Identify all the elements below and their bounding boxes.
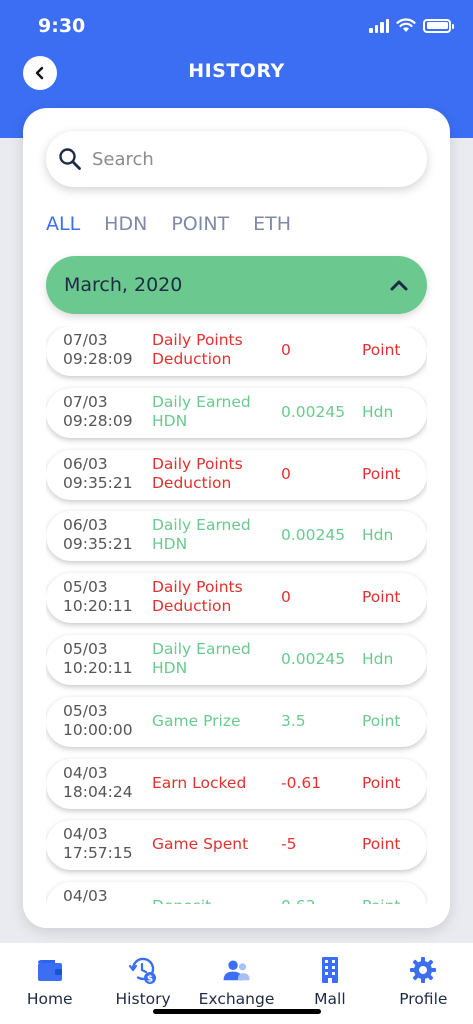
transaction-datetime: 04/03 18:04:24 [63,763,133,801]
transaction-amount: 0 [281,341,291,359]
tab-eth[interactable]: ETH [253,213,291,235]
month-label: March, 2020 [64,274,183,296]
transaction-amount: 0 [281,464,291,483]
transaction-amount: 0.00245 [281,649,346,668]
transaction-unit: Hdn [362,402,394,421]
nav-mall-label: Mall [314,990,346,1008]
tab-point[interactable]: POINT [171,213,229,235]
status-icons [369,18,454,33]
transaction-datetime: 04/03 17:57:15 [63,825,133,863]
svg-text:$: $ [147,975,153,985]
search-input[interactable] [92,148,392,170]
filter-tabs: ALL HDN POINT ETH [46,213,291,235]
transaction-description: Daily Points Deduction [152,578,243,616]
transaction-datetime: 06/03 09:35:21 [63,516,133,554]
building-icon [321,957,338,983]
nav-home[interactable]: Home [3,943,96,1024]
transaction-row[interactable]: 04/03 18:04:24 Earn Locked -0.61 Point [46,758,427,809]
transaction-description: Game Spent [152,835,249,854]
transaction-description: Daily Earned HDN [152,392,251,430]
transaction-unit: Point [362,835,401,854]
transaction-row[interactable]: 07/03 09:28:09 Daily Points Deduction 0 Po… [46,326,427,376]
battery-icon [423,18,454,33]
history-card: ALL HDN POINT ETH March, 2020 07/0309:28… [23,108,450,928]
transaction-unit: Point [362,464,401,483]
month-section-header[interactable]: March, 2020 [46,256,427,314]
gear-icon [410,957,437,983]
transaction-unit: Hdn [362,649,394,668]
transaction-row[interactable]: 04/03 17:57:15 Game Spent -5 Point [46,820,427,871]
nav-history-label: History [115,990,171,1008]
nav-profile[interactable]: Profile [377,943,470,1024]
transaction-row[interactable]: 04/03 Deposit 0.63 Point [46,882,427,906]
nav-profile-label: Profile [399,990,448,1008]
nav-exchange-label: Exchange [198,990,275,1008]
tab-hdn[interactable]: HDN [104,213,147,235]
transaction-amount: 3.5 [281,711,306,730]
card-bottom-edge [23,904,450,928]
transaction-unit: Point [362,588,401,607]
transaction-description: Daily Earned HDN [152,639,251,677]
page-title: HISTORY [188,60,285,82]
transaction-amount: 0 [281,588,291,607]
transaction-unit: Point [362,711,401,730]
transaction-unit: Point [362,341,401,359]
search-bar[interactable] [46,131,427,187]
chevron-up-icon[interactable] [389,278,409,292]
transaction-amount: 0.00245 [281,526,346,545]
transaction-row[interactable]: 05/03 10:00:00 Game Prize 3.5 Point [46,696,427,747]
transaction-amount: 0.00245 [281,402,346,421]
transaction-datetime: 07/03 09:28:09 [63,392,133,430]
transaction-description: Earn Locked [152,773,247,792]
transaction-datetime: 07/03 09:28:09 [63,331,133,368]
signal-icon [369,18,389,33]
transaction-row[interactable]: 05/03 10:20:11 Daily Points Deduction 0 Po… [46,573,427,624]
status-time: 9:30 [38,15,86,37]
transaction-amount: -0.61 [281,773,322,792]
transaction-datetime: 05/03 10:00:00 [63,701,133,739]
transaction-amount: -5 [281,835,297,854]
transaction-datetime: 05/03 10:20:11 [63,578,133,616]
transaction-row[interactable]: 07/03 09:28:09 Daily Earned HDN 0.00245 Hd… [46,387,427,438]
transaction-description: Daily Points Deduction [152,331,243,368]
transaction-unit: Hdn [362,526,394,545]
transaction-description: Daily Points Deduction [152,454,243,492]
wallet-icon [37,960,62,981]
transaction-unit: Point [362,773,401,792]
users-icon [223,960,250,981]
tab-all[interactable]: ALL [46,213,80,235]
transaction-datetime: 06/03 09:35:21 [63,454,133,492]
transaction-row[interactable]: 05/03 10:20:11 Daily Earned HDN 0.00245 Hd… [46,634,427,685]
history-icon: $ [129,957,157,985]
wifi-icon [396,18,416,32]
search-icon [59,148,81,170]
transaction-row[interactable]: 06/03 09:35:21 Daily Points Deduction 0 Po… [46,449,427,500]
home-indicator [153,1009,321,1014]
transaction-row[interactable]: 06/03 09:35:21 Daily Earned HDN 0.00245 Hd… [46,511,427,562]
transaction-description: Game Prize [152,711,241,730]
transaction-description: Daily Earned HDN [152,516,251,554]
transaction-datetime: 05/03 10:20:11 [63,639,133,677]
nav-home-label: Home [26,990,73,1008]
status-bar: 9:30 [0,0,473,52]
transaction-list: 07/03 09:28:09 Daily Points Deduction 0 Po… [46,326,427,906]
